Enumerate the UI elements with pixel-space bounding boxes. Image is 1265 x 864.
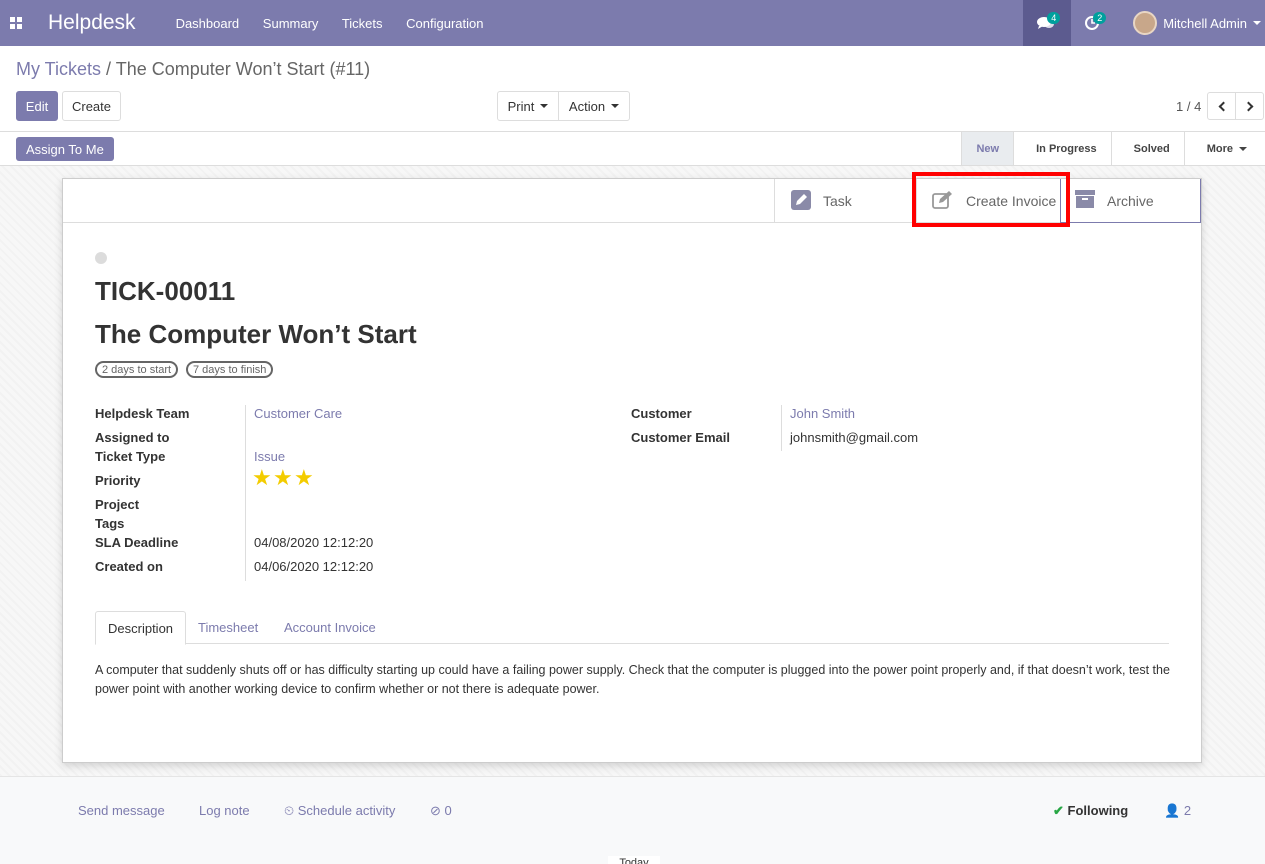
chevron-left-icon [1218, 101, 1228, 111]
menu-tickets[interactable]: Tickets [342, 16, 383, 31]
pager-previous-button[interactable] [1207, 92, 1236, 120]
archive-icon [1075, 190, 1095, 211]
sla-tag: 7 days to finish [186, 361, 274, 378]
task-smart-button[interactable]: Task [774, 179, 914, 223]
action-dropdown[interactable]: Action [558, 91, 630, 121]
customer-email-value: johnsmith@gmail.com [790, 430, 919, 445]
stage-pipeline: New In Progress Solved More [961, 132, 1265, 165]
date-separator: Today [608, 856, 660, 864]
paperclip-icon: ⊘ [430, 803, 441, 818]
print-dropdown[interactable]: Print [497, 91, 559, 121]
messages-button[interactable]: 4 [1023, 0, 1072, 46]
clock-icon: ⏲ [284, 803, 295, 818]
tab-account-invoice[interactable]: Account Invoice [284, 611, 376, 644]
sla-deadline-label: SLA Deadline [95, 535, 179, 550]
schedule-activity-label: Schedule activity [297, 803, 396, 818]
main-menu: Dashboard Summary Tickets Configuration [176, 16, 504, 31]
send-message-button[interactable]: Send message [78, 803, 165, 818]
sla-deadline-value: 04/08/2020 12:12:20 [254, 535, 374, 550]
kanban-state-indicator[interactable] [95, 252, 107, 264]
stage-more-label: More [1206, 142, 1233, 155]
activities-button[interactable]: 2 [1071, 0, 1123, 46]
user-menu[interactable]: Mitchell Admin [1123, 11, 1265, 35]
form-sheet: Task Create Invoice Archive TICK-00011 T… [62, 172, 1202, 763]
created-on-label: Created on [95, 559, 163, 574]
messages-count-badge: 4 [1047, 12, 1061, 24]
breadcrumb-parent[interactable]: My Tickets [16, 59, 101, 79]
priority-star-icon[interactable]: ★ [273, 467, 293, 489]
task-label: Task [823, 193, 852, 209]
customer-value[interactable]: John Smith [790, 406, 855, 421]
smart-button-box: Task Create Invoice Archive [63, 172, 1201, 227]
activities-count-badge: 2 [1093, 12, 1107, 24]
pencil-icon [791, 189, 811, 213]
description-text: A computer that suddenly shuts off or ha… [95, 663, 1170, 696]
ticket-number: TICK-00011 [95, 276, 236, 306]
divider [781, 405, 782, 451]
chevron-down-icon [540, 104, 549, 108]
attachments-button[interactable]: ⊘ 0 [430, 803, 452, 819]
breadcrumb-separator: / [106, 59, 112, 79]
priority-star-icon[interactable]: ★ [252, 467, 272, 489]
chevron-down-icon [611, 104, 620, 108]
followers-count: 2 [1183, 803, 1192, 818]
following-label: Following [1067, 803, 1129, 818]
edit-button[interactable]: Edit [16, 91, 58, 121]
ticket-title: The Computer Won’t Start [95, 319, 417, 349]
stage-more-dropdown[interactable]: More [1183, 132, 1265, 165]
priority-label: Priority [95, 473, 141, 488]
apps-menu-icon[interactable] [0, 0, 32, 46]
helpdesk-team-label: Helpdesk Team [95, 406, 190, 421]
check-icon: ✔ [1053, 803, 1064, 818]
top-navbar: Helpdesk Dashboard Summary Tickets Confi… [0, 0, 1265, 46]
sla-tag: 2 days to start [95, 361, 179, 378]
divider [245, 405, 246, 581]
menu-configuration[interactable]: Configuration [406, 16, 483, 31]
stage-in-progress[interactable]: In Progress [1013, 132, 1111, 165]
log-note-button[interactable]: Log note [199, 803, 250, 818]
archive-label: Archive [1107, 192, 1154, 209]
breadcrumb: My Tickets / The Computer Won’t Start (#… [16, 59, 370, 80]
assign-to-me-button[interactable]: Assign To Me [16, 137, 114, 161]
menu-summary[interactable]: Summary [263, 16, 319, 31]
ticket-type-value[interactable]: Issue [254, 449, 285, 464]
stage-solved[interactable]: Solved [1110, 132, 1184, 165]
attachments-count: 0 [444, 803, 452, 818]
pager-next-button[interactable] [1235, 92, 1264, 120]
app-brand[interactable]: Helpdesk [48, 11, 136, 35]
breadcrumb-current: The Computer Won’t Start (#11) [115, 59, 371, 79]
following-button[interactable]: ✔ Following [1053, 803, 1128, 819]
priority-star-icon[interactable]: ★ [294, 467, 314, 489]
chevron-down-icon [1239, 146, 1247, 151]
action-label: Action [568, 98, 606, 114]
chatter: Send message Log note ⏲ Schedule activit… [0, 776, 1265, 864]
schedule-activity-button[interactable]: ⏲ Schedule activity [284, 803, 395, 819]
create-button[interactable]: Create [62, 91, 121, 121]
notebook-tabs: Description Timesheet Account Invoice [95, 611, 1169, 645]
customer-email-label: Customer Email [631, 430, 730, 445]
tab-description[interactable]: Description [95, 611, 187, 645]
stage-new[interactable]: New [961, 132, 1014, 165]
customer-label: Customer [631, 406, 692, 421]
print-label: Print [507, 98, 535, 114]
chevron-right-icon [1243, 101, 1253, 111]
helpdesk-team-value[interactable]: Customer Care [254, 406, 342, 421]
highlight-box [912, 172, 1070, 227]
user-icon: 👤 [1164, 803, 1181, 818]
pager-value[interactable]: 1 / 4 [1176, 99, 1201, 114]
menu-dashboard[interactable]: Dashboard [176, 16, 240, 31]
ticket-type-label: Ticket Type [95, 449, 166, 464]
user-name: Mitchell Admin [1163, 15, 1247, 31]
status-bar: Assign To Me New In Progress Solved More [0, 131, 1265, 166]
avatar [1133, 11, 1158, 35]
chevron-down-icon [1253, 21, 1261, 25]
tab-timesheet[interactable]: Timesheet [198, 611, 258, 644]
followers-button[interactable]: 👤 2 [1164, 803, 1191, 819]
assigned-to-label: Assigned to [95, 430, 170, 445]
tags-label: Tags [95, 516, 125, 531]
project-label: Project [95, 497, 140, 512]
archive-button[interactable]: Archive [1060, 179, 1201, 223]
created-on-value: 04/06/2020 12:12:20 [254, 559, 374, 574]
